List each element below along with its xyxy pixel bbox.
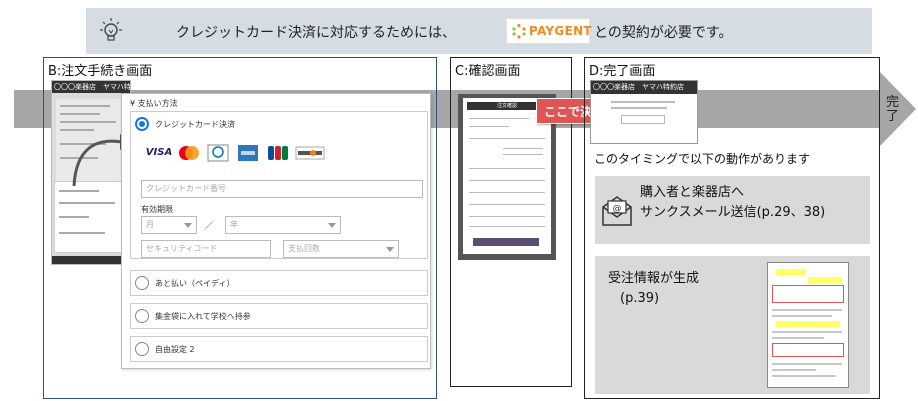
- info-banner: クレジットカード決済に対応するためには、 PAYGENT との契約が必要です。: [86, 8, 872, 54]
- banner-text-before: クレジットカード決済に対応するためには、: [176, 25, 456, 41]
- diners-club-logo: [207, 144, 229, 162]
- paygent-dots-icon: [512, 23, 526, 39]
- payment-option-credit-card[interactable]: クレジットカード決済 VISA クレジットカード番号 有効期限 月 ／ 年 セキ…: [130, 111, 428, 259]
- order-screen-payment-area: [54, 181, 128, 253]
- order-screen-footer: [52, 256, 130, 264]
- lightbulb-icon: [100, 18, 122, 41]
- paygent-logo-text: PAYGENT: [529, 24, 592, 38]
- order-info-line1: 受注情報が生成: [608, 271, 700, 286]
- thanks-mail-line2: サンクスメール送信(p.29、38): [640, 205, 826, 220]
- school-envelope-radio[interactable]: [135, 309, 149, 323]
- completion-screen-button: [621, 115, 665, 124]
- completion-screen-header: 〇〇〇楽器店 ヤマハ特約店: [591, 81, 697, 94]
- credit-card-label: クレジットカード決済: [155, 120, 235, 129]
- panel-d-title: D:完了画面: [589, 64, 656, 79]
- order-info-document-thumbnail: [767, 262, 849, 388]
- amex-logo: [237, 144, 259, 162]
- panel-c-title: C:確認画面: [455, 64, 521, 79]
- visa-logo: VISA: [145, 147, 173, 158]
- confirm-order-button: [473, 238, 539, 246]
- card-number-field[interactable]: クレジットカード番号: [141, 180, 423, 198]
- paygent-logo: PAYGENT: [506, 18, 592, 44]
- paidy-radio[interactable]: [135, 276, 149, 290]
- completion-screen-thumbnail: 〇〇〇楽器店 ヤマハ特約店: [590, 80, 698, 144]
- confirmation-screen-header: 注文確認: [467, 102, 547, 110]
- payment-method-form: ¥ 支払い方法 クレジットカード決済 VISA クレジットカード番号 有効期限 …: [121, 93, 431, 369]
- svg-text:@: @: [613, 204, 622, 214]
- mastercard-logo: [177, 144, 201, 162]
- custom-2-radio[interactable]: [135, 342, 149, 356]
- card-brand-logos: VISA: [145, 144, 345, 162]
- email-icon: @: [602, 196, 632, 226]
- banner-text-after: との契約が必要です。: [594, 25, 733, 41]
- order-screen-header: 〇〇〇楽器店 ヤマハ特約店: [52, 81, 130, 93]
- thanks-mail-line1: 購入者と楽器店へ: [640, 185, 745, 200]
- expiry-slash: ／: [205, 221, 213, 230]
- expiry-year-placeholder: 年: [230, 220, 238, 229]
- installments-select[interactable]: 支払回数: [283, 240, 399, 258]
- discover-logo: [295, 144, 325, 162]
- expiry-month-placeholder: 月: [146, 220, 154, 229]
- expiry-label: 有効期限: [141, 205, 173, 214]
- credit-card-radio[interactable]: [135, 117, 149, 131]
- order-info-line2: (p.39): [620, 291, 660, 306]
- chevron-down-icon: [386, 247, 394, 252]
- chevron-down-icon: [328, 223, 336, 228]
- expiry-month-select[interactable]: 月: [141, 216, 197, 234]
- school-envelope-label: 集金袋に入れて学校へ持参: [155, 312, 251, 321]
- jcb-logo: [267, 144, 289, 162]
- expiry-year-select[interactable]: 年: [225, 216, 341, 234]
- panel-b-title: B:注文手続き画面: [48, 64, 153, 79]
- timing-note: このタイミングで以下の動作があります: [594, 152, 811, 166]
- payment-option-custom-2[interactable]: 自由設定 2: [130, 336, 428, 362]
- payment-method-heading: ¥ 支払い方法: [130, 99, 178, 108]
- paidy-label: あと払い（ペイディ）: [155, 279, 235, 288]
- custom-2-label: 自由設定 2: [155, 345, 195, 354]
- payment-option-paidy[interactable]: あと払い（ペイディ）: [130, 270, 428, 296]
- payment-option-school-envelope[interactable]: 集金袋に入れて学校へ持参: [130, 303, 428, 329]
- chevron-down-icon: [184, 223, 192, 228]
- installments-placeholder: 支払回数: [288, 244, 320, 253]
- flow-end-label: 完了: [886, 95, 900, 124]
- security-code-field[interactable]: セキュリティコード: [141, 240, 271, 258]
